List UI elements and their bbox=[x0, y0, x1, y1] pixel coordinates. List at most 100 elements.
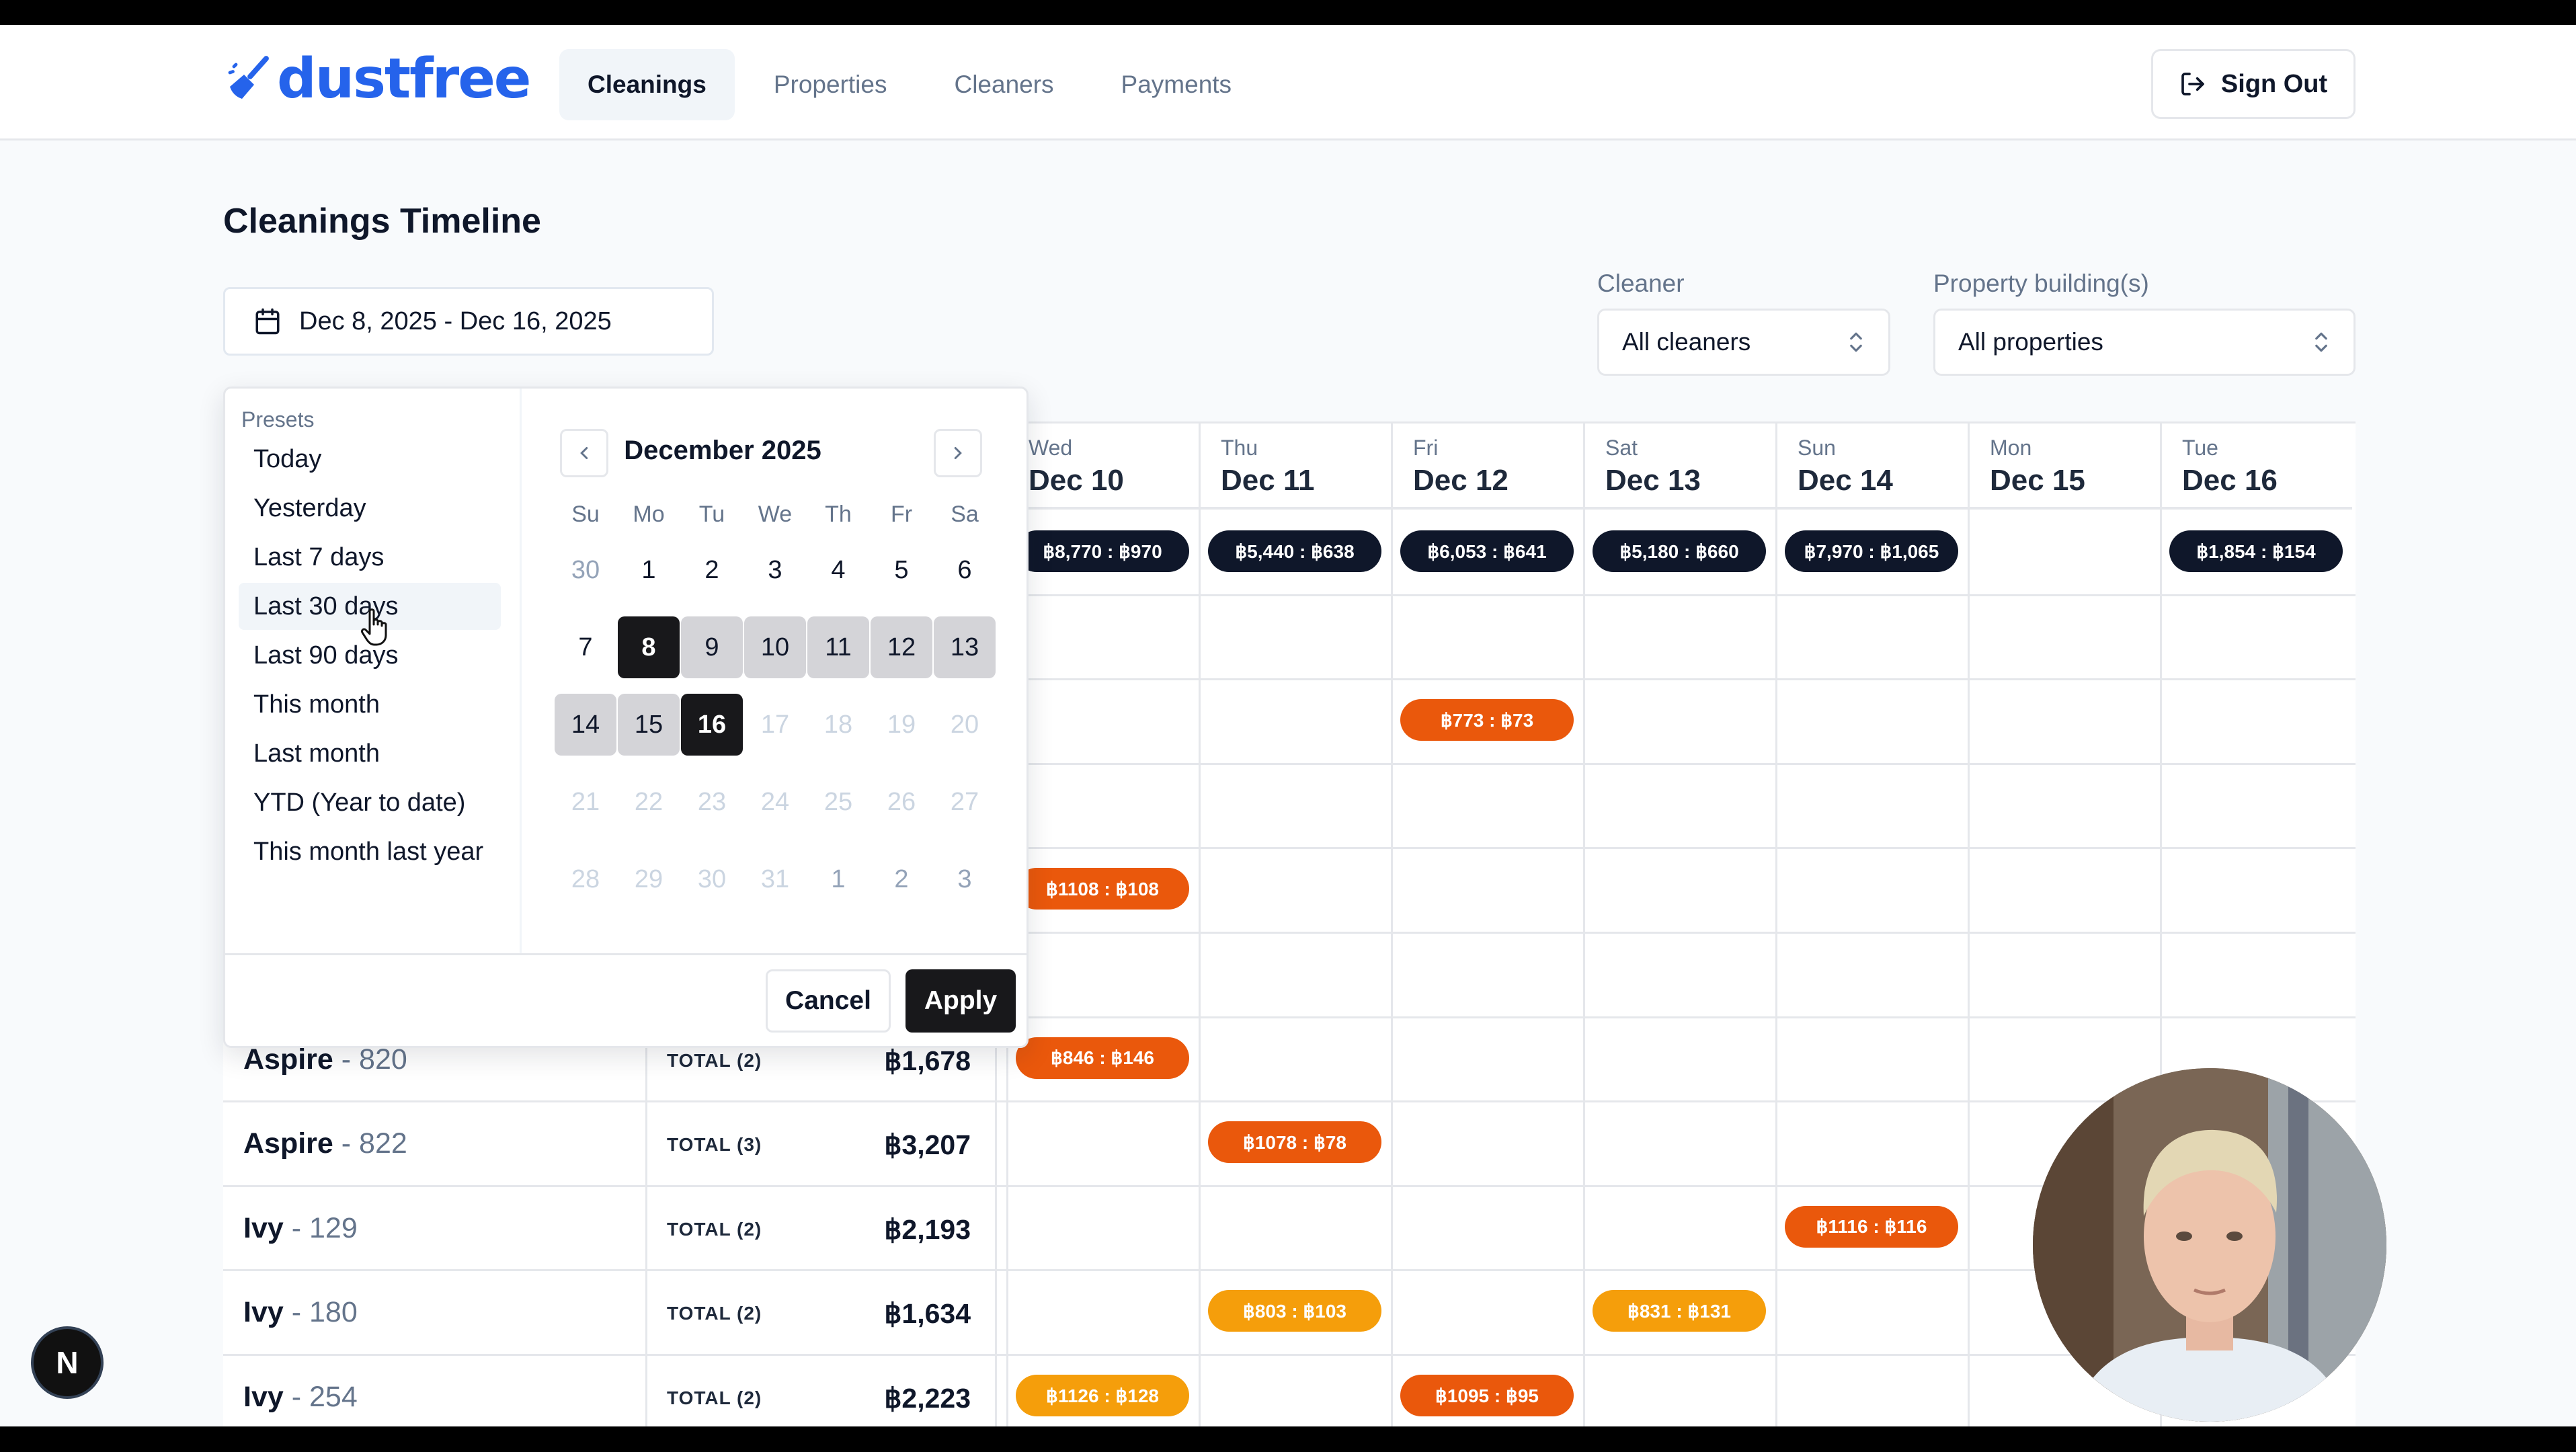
daily-total-badge[interactable]: ฿7,970 : ฿1,065 bbox=[1785, 530, 1958, 572]
table-row[interactable]: Aspire - 822 TOTAL (3) ฿3,207 bbox=[223, 1100, 995, 1185]
preset-option[interactable]: This month bbox=[239, 681, 501, 728]
calendar-day[interactable]: 15 bbox=[618, 694, 680, 756]
calendar-day: 20 bbox=[950, 710, 979, 739]
day-name: Wed bbox=[1029, 436, 1073, 460]
property-name[interactable]: Ivy - 129 bbox=[243, 1212, 358, 1245]
cleaner-select[interactable]: All cleaners bbox=[1597, 309, 1890, 376]
dev-tools-badge[interactable]: N bbox=[34, 1329, 101, 1396]
apply-button[interactable]: Apply bbox=[905, 969, 1016, 1033]
column-divider bbox=[1775, 510, 1777, 1426]
calendar-day[interactable]: 9 bbox=[681, 616, 743, 678]
calendar-day[interactable]: 2 bbox=[871, 848, 932, 910]
table-row[interactable]: Ivy - 254 TOTAL (2) ฿2,223 bbox=[223, 1354, 995, 1426]
calendar-day: 18 bbox=[823, 710, 853, 739]
calendar-day: 19 bbox=[887, 710, 916, 739]
preset-option[interactable]: Last month bbox=[239, 730, 501, 777]
calendar-day: 26 bbox=[887, 787, 916, 816]
calendar-day[interactable]: 5 bbox=[871, 539, 932, 601]
column-divider bbox=[1583, 510, 1585, 1426]
day-date: Dec 10 bbox=[1029, 464, 1124, 497]
preset-option[interactable]: Yesterday bbox=[239, 485, 501, 532]
next-month-button[interactable] bbox=[934, 429, 982, 477]
cleaning-pill[interactable]: ฿773 : ฿73 bbox=[1400, 699, 1574, 741]
day-column-header: Sat Dec 13 bbox=[1583, 424, 1775, 510]
cleaner-filter-label: Cleaner bbox=[1597, 270, 1685, 297]
daily-total-badge[interactable]: ฿6,053 : ฿641 bbox=[1400, 530, 1574, 572]
calendar-day[interactable]: 6 bbox=[934, 539, 996, 601]
table-row[interactable]: Ivy - 180 TOTAL (2) ฿1,634 bbox=[223, 1269, 995, 1354]
nav-cleanings[interactable]: Cleanings bbox=[559, 49, 735, 120]
calendar-day[interactable]: 3 bbox=[744, 539, 806, 601]
cleaning-pill[interactable]: ฿1078 : ฿78 bbox=[1208, 1121, 1381, 1164]
day-column-header: Sun Dec 14 bbox=[1775, 424, 1968, 510]
calendar-day[interactable]: 10 bbox=[744, 616, 806, 678]
month-title: December 2025 bbox=[624, 436, 821, 465]
day-name: Sun bbox=[1798, 436, 1836, 460]
calendar-day[interactable]: 30 bbox=[555, 539, 616, 601]
total-count: TOTAL (2) bbox=[667, 1387, 762, 1408]
weekday-label: Th bbox=[825, 501, 852, 527]
date-range-button[interactable]: Dec 8, 2025 - Dec 16, 2025 bbox=[223, 287, 714, 356]
nav-payments[interactable]: Payments bbox=[1093, 49, 1260, 120]
daily-total-badge[interactable]: ฿5,440 : ฿638 bbox=[1208, 530, 1381, 572]
preset-option[interactable]: Today bbox=[239, 436, 501, 483]
day-date: Dec 11 bbox=[1221, 464, 1315, 497]
presenter-video-image bbox=[2033, 1068, 2386, 1422]
calendar-day: 21 bbox=[571, 787, 600, 816]
daily-total-badge[interactable]: ฿5,180 : ฿660 bbox=[1593, 530, 1766, 572]
calendar-day[interactable]: 7 bbox=[555, 616, 616, 678]
calendar-day[interactable]: 3 bbox=[934, 848, 996, 910]
building-name: Ivy bbox=[243, 1296, 284, 1329]
table-row[interactable]: Ivy - 129 TOTAL (2) ฿2,193 bbox=[223, 1185, 995, 1270]
total-amount: ฿1,634 bbox=[884, 1298, 971, 1330]
property-name[interactable]: Ivy - 254 bbox=[243, 1381, 358, 1414]
nav-cleaners[interactable]: Cleaners bbox=[926, 49, 1082, 120]
logo[interactable]: dustfree bbox=[226, 47, 531, 111]
cleaning-pill[interactable]: ฿1108 : ฿108 bbox=[1016, 868, 1189, 910]
cancel-button[interactable]: Cancel bbox=[766, 969, 891, 1033]
day-column-header: Tue Dec 16 bbox=[2160, 424, 2352, 510]
total-count: TOTAL (2) bbox=[667, 1049, 762, 1071]
cleaning-pill[interactable]: ฿1126 : ฿128 bbox=[1016, 1375, 1189, 1416]
cleaning-pill[interactable]: ฿803 : ฿103 bbox=[1208, 1290, 1381, 1332]
day-date: Dec 13 bbox=[1605, 464, 1701, 497]
calendar-day[interactable]: 1 bbox=[807, 848, 869, 910]
calendar-day[interactable]: 8 bbox=[618, 616, 680, 678]
property-name[interactable]: Ivy - 180 bbox=[243, 1296, 358, 1329]
unit-number: - 180 bbox=[283, 1296, 358, 1329]
weekday-label: Mo bbox=[633, 501, 665, 527]
preset-option[interactable]: Last 7 days bbox=[239, 534, 501, 581]
weekday-label: We bbox=[758, 501, 793, 527]
calendar-day[interactable]: 14 bbox=[555, 694, 616, 756]
calendar-day[interactable]: 4 bbox=[807, 539, 869, 601]
page-title: Cleanings Timeline bbox=[223, 202, 541, 241]
calendar-day[interactable]: 1 bbox=[618, 539, 680, 601]
cleaning-pill[interactable]: ฿1095 : ฿95 bbox=[1400, 1375, 1574, 1416]
day-name: Sat bbox=[1605, 436, 1638, 460]
sign-out-button[interactable]: Sign Out bbox=[2151, 49, 2356, 119]
logout-icon bbox=[2181, 73, 2204, 95]
daily-total-badge[interactable]: ฿1,854 : ฿154 bbox=[2169, 530, 2343, 572]
calendar-day: 29 bbox=[634, 864, 663, 893]
property-name[interactable]: Aspire - 822 bbox=[243, 1127, 407, 1160]
calendar-day[interactable]: 12 bbox=[871, 616, 932, 678]
cleaning-pill[interactable]: ฿1116 : ฿116 bbox=[1785, 1205, 1958, 1248]
property-select[interactable]: All properties bbox=[1933, 309, 2356, 376]
calendar-day[interactable]: 16 bbox=[681, 694, 743, 756]
property-select-value: All properties bbox=[1958, 328, 2103, 356]
preset-option[interactable]: This month last year bbox=[239, 828, 501, 875]
calendar-day[interactable]: 2 bbox=[681, 539, 743, 601]
nav-properties[interactable]: Properties bbox=[746, 49, 916, 120]
calendar-day[interactable]: 11 bbox=[807, 616, 869, 678]
column-divider bbox=[1968, 510, 1970, 1426]
calendar-day[interactable]: 13 bbox=[934, 616, 996, 678]
daily-total-badge[interactable]: ฿8,770 : ฿970 bbox=[1016, 530, 1189, 572]
app-window: dustfree Cleanings Properties Cleaners P… bbox=[0, 25, 2576, 1426]
chevron-up-down-icon bbox=[1850, 332, 1862, 352]
cleaning-pill[interactable]: ฿846 : ฿146 bbox=[1016, 1037, 1189, 1079]
preset-option[interactable]: YTD (Year to date) bbox=[239, 779, 501, 826]
cleaning-pill[interactable]: ฿831 : ฿131 bbox=[1593, 1290, 1766, 1332]
calendar-icon bbox=[255, 308, 280, 335]
day-date: Dec 14 bbox=[1798, 464, 1893, 497]
day-name: Thu bbox=[1221, 436, 1258, 460]
